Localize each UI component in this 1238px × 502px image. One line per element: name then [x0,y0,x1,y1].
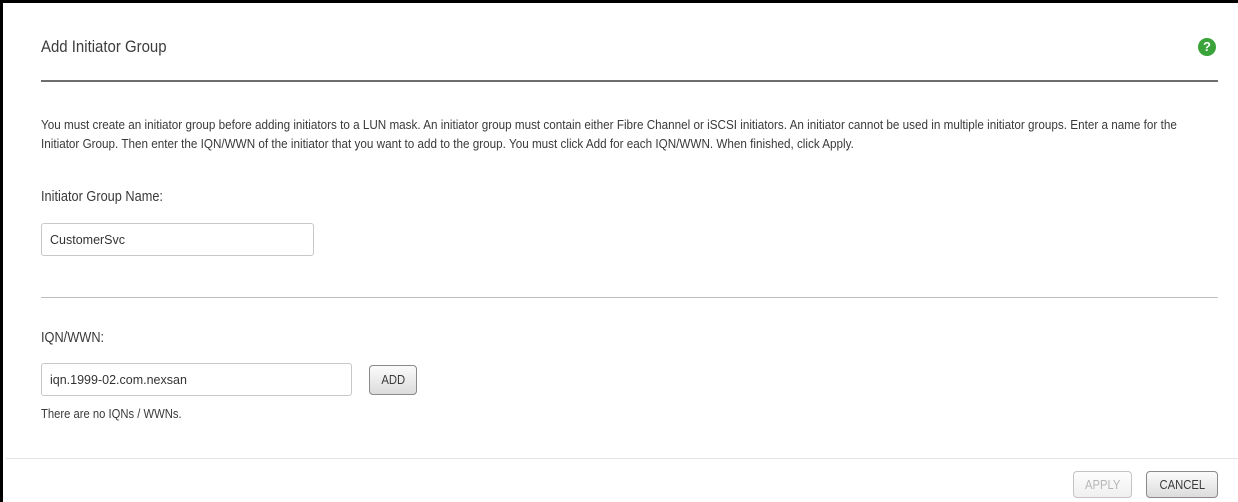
cancel-button-label: CANCEL [1159,477,1205,492]
instructions-text: You must create an initiator group befor… [41,118,1177,151]
cancel-button[interactable]: CANCEL [1146,471,1218,498]
title-divider [41,80,1218,82]
add-button[interactable]: ADD [369,365,417,395]
iqn-wwn-input[interactable] [41,363,352,396]
group-name-label: Initiator Group Name: [41,189,163,205]
apply-button[interactable]: APPLY [1073,471,1132,498]
dialog-title: Add Initiator Group [41,37,167,56]
add-button-label: ADD [381,373,405,387]
group-name-input[interactable] [41,223,314,256]
empty-iqn-list-message: There are no IQNs / WWNs. [41,407,182,421]
help-icon[interactable]: ? [1198,38,1216,56]
footer-divider [6,458,1238,459]
section-divider [41,297,1218,298]
iqn-wwn-label: IQN/WWN: [41,330,105,346]
add-initiator-group-dialog: Add Initiator Group ? You must create an… [0,0,1238,502]
apply-button-label: APPLY [1084,477,1121,492]
